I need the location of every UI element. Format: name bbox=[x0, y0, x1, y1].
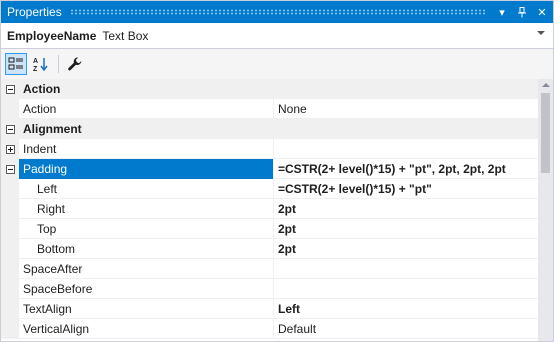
object-selector[interactable]: EmployeeName Text Box bbox=[1, 23, 553, 49]
properties-panel: Properties ▾ ✕ EmployeeName Text Box A Z… bbox=[0, 0, 554, 342]
category-row[interactable]: Action bbox=[1, 79, 538, 99]
object-type: Text Box bbox=[102, 28, 149, 43]
row-gutter bbox=[1, 239, 19, 259]
categorized-button[interactable] bbox=[5, 53, 27, 75]
property-row[interactable]: Padding =CSTR(2+ level()*15) + "pt", 2pt,… bbox=[1, 159, 538, 179]
property-value[interactable] bbox=[274, 259, 538, 279]
window-position-dropdown-button[interactable]: ▾ bbox=[493, 3, 511, 21]
category-label[interactable]: Action bbox=[19, 79, 538, 99]
category-label[interactable]: Alignment bbox=[19, 119, 538, 139]
vertical-scrollbar[interactable] bbox=[538, 79, 553, 341]
property-name[interactable]: Bottom bbox=[19, 239, 274, 259]
category-row[interactable]: Alignment bbox=[1, 119, 538, 139]
row-gutter bbox=[1, 99, 19, 119]
collapse-icon[interactable] bbox=[5, 124, 15, 134]
properties-toolbar: A Z bbox=[1, 49, 553, 79]
drag-grip[interactable] bbox=[69, 9, 485, 15]
object-name: EmployeeName bbox=[7, 28, 97, 43]
property-pages-button[interactable] bbox=[64, 53, 86, 75]
property-value[interactable]: 2pt bbox=[274, 219, 538, 239]
property-value[interactable]: Default bbox=[274, 319, 538, 339]
row-gutter[interactable] bbox=[1, 159, 19, 179]
collapse-icon[interactable] bbox=[5, 164, 15, 174]
row-gutter bbox=[1, 259, 19, 279]
chevron-down-icon[interactable] bbox=[537, 31, 545, 35]
property-row[interactable]: SpaceAfter bbox=[1, 259, 538, 279]
property-value[interactable]: Left bbox=[274, 299, 538, 319]
row-gutter[interactable] bbox=[1, 139, 19, 159]
close-icon: ✕ bbox=[537, 6, 547, 19]
property-row[interactable]: Indent bbox=[1, 139, 538, 159]
title-bar: Properties ▾ ✕ bbox=[1, 1, 553, 23]
categorized-icon bbox=[8, 57, 23, 70]
property-value[interactable]: =CSTR(2+ level()*15) + "pt" bbox=[274, 179, 538, 199]
close-button[interactable]: ✕ bbox=[533, 3, 551, 21]
alphabetical-icon: A Z bbox=[33, 58, 48, 72]
property-name[interactable]: Left bbox=[19, 179, 274, 199]
property-name[interactable]: Top bbox=[19, 219, 274, 239]
row-gutter bbox=[1, 319, 19, 339]
row-gutter bbox=[1, 299, 19, 319]
property-row[interactable]: Action None bbox=[1, 99, 538, 119]
alphabetical-button[interactable]: A Z bbox=[29, 53, 51, 75]
property-name[interactable]: Action bbox=[19, 99, 274, 119]
svg-text:Z: Z bbox=[33, 66, 38, 72]
property-name[interactable]: Right bbox=[19, 199, 274, 219]
toolbar-separator bbox=[58, 55, 59, 73]
scroll-thumb[interactable] bbox=[541, 93, 550, 173]
pin-icon bbox=[518, 6, 526, 17]
svg-text:A: A bbox=[33, 58, 38, 65]
collapse-icon[interactable] bbox=[5, 84, 15, 94]
panel-title: Properties bbox=[7, 5, 62, 19]
property-value[interactable]: 2pt bbox=[274, 239, 538, 259]
row-gutter[interactable] bbox=[1, 79, 19, 99]
property-name[interactable]: SpaceBefore bbox=[19, 279, 274, 299]
row-gutter bbox=[1, 179, 19, 199]
property-name[interactable]: Padding bbox=[19, 159, 274, 179]
property-value[interactable]: =CSTR(2+ level()*15) + "pt", 2pt, 2pt, 2… bbox=[274, 159, 538, 179]
property-row[interactable]: Left =CSTR(2+ level()*15) + "pt" bbox=[1, 179, 538, 199]
property-name[interactable]: TextAlign bbox=[19, 299, 274, 319]
property-row[interactable]: Top 2pt bbox=[1, 219, 538, 239]
property-grid: Action Action None Alignment Indent Padding =C… bbox=[1, 79, 538, 341]
property-value[interactable] bbox=[274, 279, 538, 299]
property-row[interactable]: Bottom 2pt bbox=[1, 239, 538, 259]
property-value[interactable]: 2pt bbox=[274, 199, 538, 219]
property-row[interactable]: SpaceBefore bbox=[1, 279, 538, 299]
row-gutter bbox=[1, 219, 19, 239]
property-name[interactable]: SpaceAfter bbox=[19, 259, 274, 279]
row-gutter bbox=[1, 199, 19, 219]
row-gutter bbox=[1, 279, 19, 299]
row-gutter[interactable] bbox=[1, 119, 19, 139]
property-value[interactable] bbox=[274, 139, 538, 159]
dropdown-icon: ▾ bbox=[499, 6, 505, 19]
scroll-up-icon[interactable] bbox=[542, 83, 550, 87]
auto-hide-pin-button[interactable] bbox=[513, 3, 531, 21]
property-pages-icon bbox=[68, 57, 82, 71]
property-name[interactable]: VerticalAlign bbox=[19, 319, 274, 339]
property-row[interactable]: Right 2pt bbox=[1, 199, 538, 219]
property-row[interactable]: VerticalAlign Default bbox=[1, 319, 538, 339]
expand-icon[interactable] bbox=[5, 144, 15, 154]
property-row[interactable]: TextAlign Left bbox=[1, 299, 538, 319]
property-name[interactable]: Indent bbox=[19, 139, 274, 159]
property-value[interactable]: None bbox=[274, 99, 538, 119]
